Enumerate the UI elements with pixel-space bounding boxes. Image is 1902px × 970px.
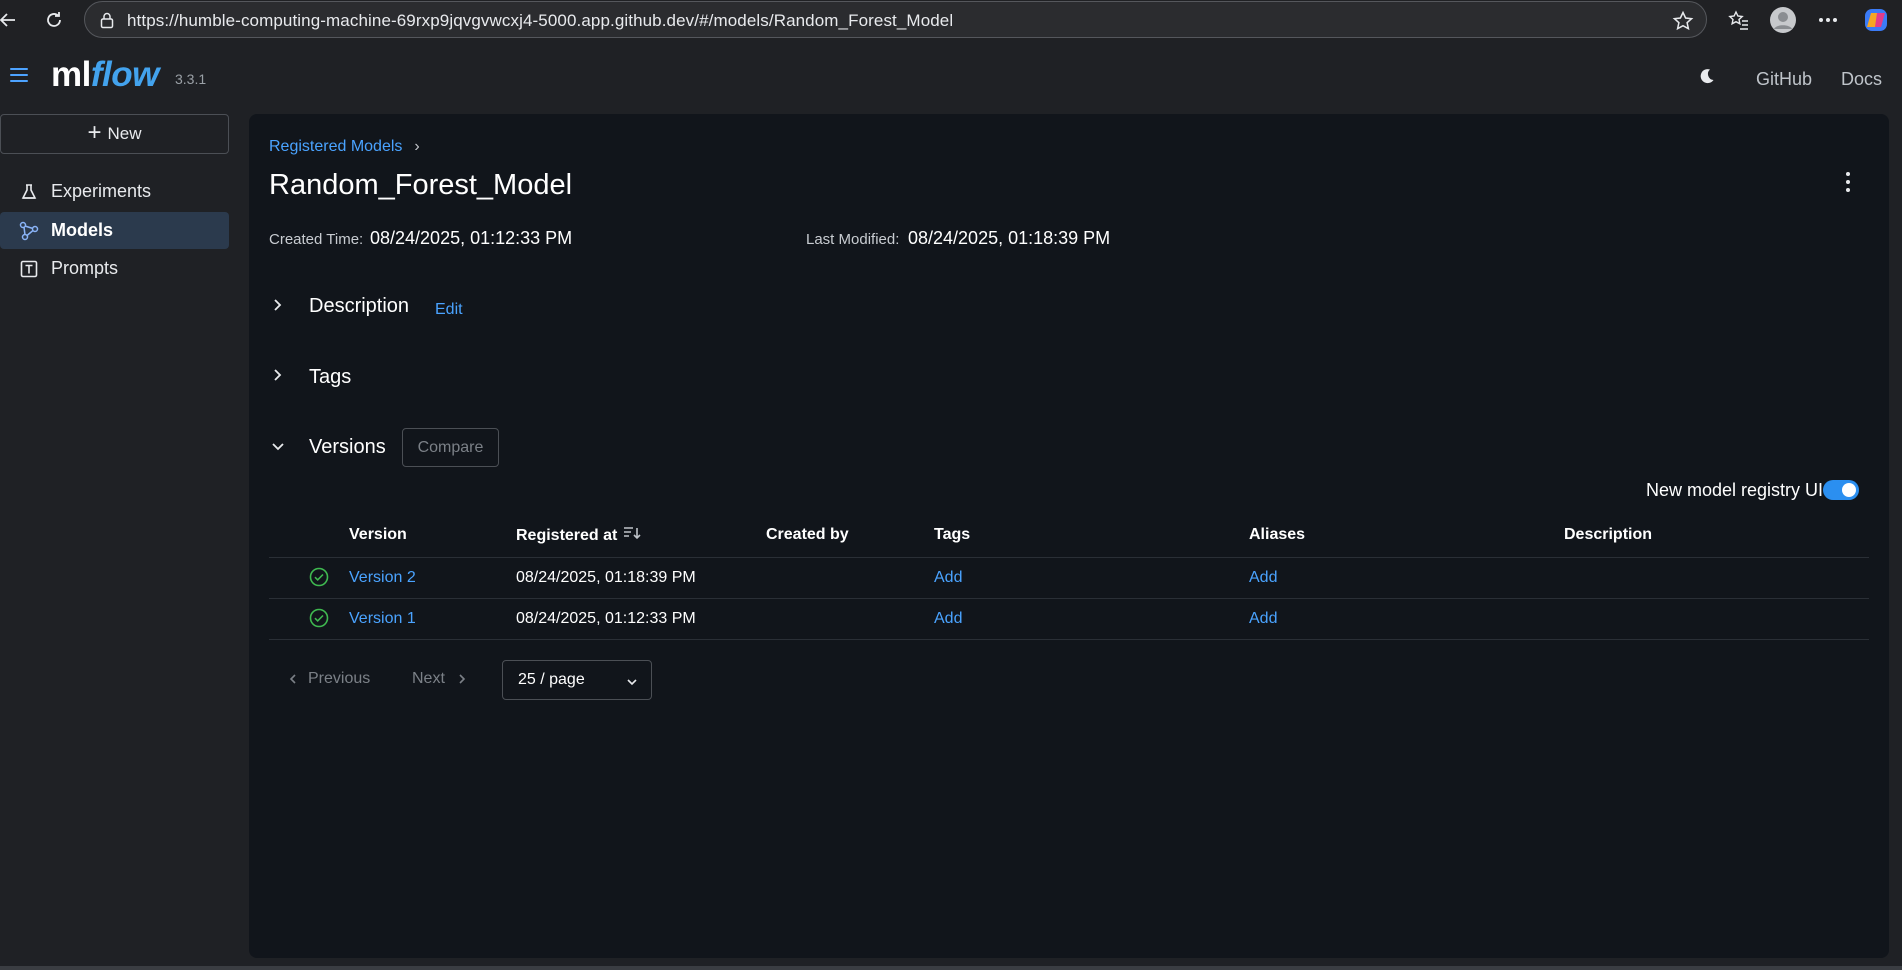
column-header-version[interactable]: Version <box>349 526 407 544</box>
sidebar-item-label: Experiments <box>51 181 152 201</box>
column-header-description[interactable]: Description <box>1564 526 1652 544</box>
previous-label: Previous <box>308 670 371 687</box>
next-page-button[interactable]: Next <box>412 670 467 688</box>
site-info-icon[interactable] <box>99 11 115 34</box>
new-registry-ui-toggle[interactable] <box>1823 480 1859 500</box>
theme-toggle-moon-icon[interactable] <box>1697 66 1717 86</box>
docs-link[interactable]: Docs <box>1841 69 1882 90</box>
versions-collapse-chevron-icon[interactable] <box>271 440 285 454</box>
new-registry-ui-label: New model registry UI <box>1646 480 1824 500</box>
sort-descending-icon[interactable] <box>623 526 641 545</box>
app-header: mlflow 3.3.1 GitHub Docs <box>0 40 1902 114</box>
add-tag-link[interactable]: Add <box>934 569 962 587</box>
bookmark-star-icon[interactable] <box>1672 10 1694 37</box>
breadcrumb: Registered Models › <box>269 138 420 156</box>
page-size-select[interactable]: 25 / page <box>502 660 652 700</box>
version-link[interactable]: Version 2 <box>349 569 416 587</box>
chevron-left-icon <box>289 674 296 684</box>
previous-page-button[interactable]: Previous <box>288 670 370 688</box>
page-title: Random_Forest_Model <box>269 169 573 201</box>
new-button[interactable]: + New <box>0 114 229 154</box>
column-header-registered-at-label: Registered at <box>516 526 618 544</box>
table-divider <box>269 598 1869 599</box>
add-alias-link[interactable]: Add <box>1249 610 1277 628</box>
description-section-title[interactable]: Description <box>309 295 409 318</box>
column-header-registered-at[interactable]: Registered at <box>516 526 641 545</box>
profile-avatar-icon[interactable] <box>1769 6 1797 34</box>
table-divider <box>269 557 1869 558</box>
address-bar[interactable]: https://humble-computing-machine-69rxp9j… <box>84 1 1707 38</box>
new-button-label: New <box>107 124 142 143</box>
back-icon[interactable] <box>0 6 22 34</box>
main-panel: Registered Models › Random_Forest_Model … <box>249 114 1889 958</box>
versions-section-title[interactable]: Versions <box>309 436 386 459</box>
tags-expand-chevron-icon[interactable] <box>271 368 285 382</box>
registered-at-cell: 08/24/2025, 01:18:39 PM <box>516 569 696 586</box>
registered-at-cell: 08/24/2025, 01:12:33 PM <box>516 610 696 627</box>
compare-button[interactable]: Compare <box>402 428 499 467</box>
browser-toolbar: https://humble-computing-machine-69rxp9j… <box>0 0 1902 40</box>
copilot-icon[interactable] <box>1862 6 1890 34</box>
description-expand-chevron-icon[interactable] <box>271 298 285 312</box>
last-modified-value: 08/24/2025, 01:18:39 PM <box>908 228 1111 248</box>
created-time-label: Created Time: <box>269 231 364 248</box>
plus-icon: + <box>87 118 102 146</box>
sidebar-item-prompts[interactable]: Prompts <box>0 250 229 287</box>
app-version: 3.3.1 <box>175 71 207 87</box>
page-size-value: 25 / page <box>518 671 585 688</box>
github-link[interactable]: GitHub <box>1756 69 1812 90</box>
window-bottom-edge <box>0 966 1902 970</box>
column-header-tags[interactable]: Tags <box>934 526 970 544</box>
table-divider <box>269 639 1869 640</box>
tags-section-title[interactable]: Tags <box>309 366 351 389</box>
sidebar-item-experiments[interactable]: Experiments <box>0 173 229 210</box>
column-header-created-by[interactable]: Created by <box>766 526 849 544</box>
sidebar-item-label: Prompts <box>51 258 119 278</box>
mlflow-logo[interactable]: mlflow <box>51 55 159 95</box>
favorites-icon[interactable] <box>1725 6 1753 34</box>
breadcrumb-separator-icon: › <box>414 138 420 155</box>
sidebar: + New Experiments Models Prompts <box>0 114 240 970</box>
version-link[interactable]: Version 1 <box>349 610 416 628</box>
sidebar-item-models[interactable]: Models <box>0 212 229 249</box>
reload-icon[interactable] <box>40 6 68 34</box>
more-options-icon[interactable] <box>1814 6 1842 34</box>
column-header-aliases[interactable]: Aliases <box>1249 526 1305 544</box>
description-edit-link[interactable]: Edit <box>435 301 463 319</box>
url-text[interactable]: https://humble-computing-machine-69rxp9j… <box>127 11 953 31</box>
more-actions-icon[interactable] <box>1846 172 1852 192</box>
ready-status-check-icon <box>309 608 329 628</box>
last-modified-label: Last Modified: <box>806 231 900 248</box>
next-label: Next <box>412 670 445 687</box>
add-tag-link[interactable]: Add <box>934 610 962 628</box>
add-alias-link[interactable]: Add <box>1249 569 1277 587</box>
menu-icon[interactable] <box>10 68 28 84</box>
text-box-icon <box>19 259 39 279</box>
models-icon <box>19 221 39 241</box>
flask-icon <box>19 182 39 202</box>
ready-status-check-icon <box>309 567 329 587</box>
chevron-right-icon <box>459 674 466 684</box>
breadcrumb-registered-models-link[interactable]: Registered Models <box>269 138 402 156</box>
chevron-down-icon <box>626 674 638 692</box>
created-time-value: 08/24/2025, 01:12:33 PM <box>370 228 573 248</box>
sidebar-item-label: Models <box>51 220 114 240</box>
